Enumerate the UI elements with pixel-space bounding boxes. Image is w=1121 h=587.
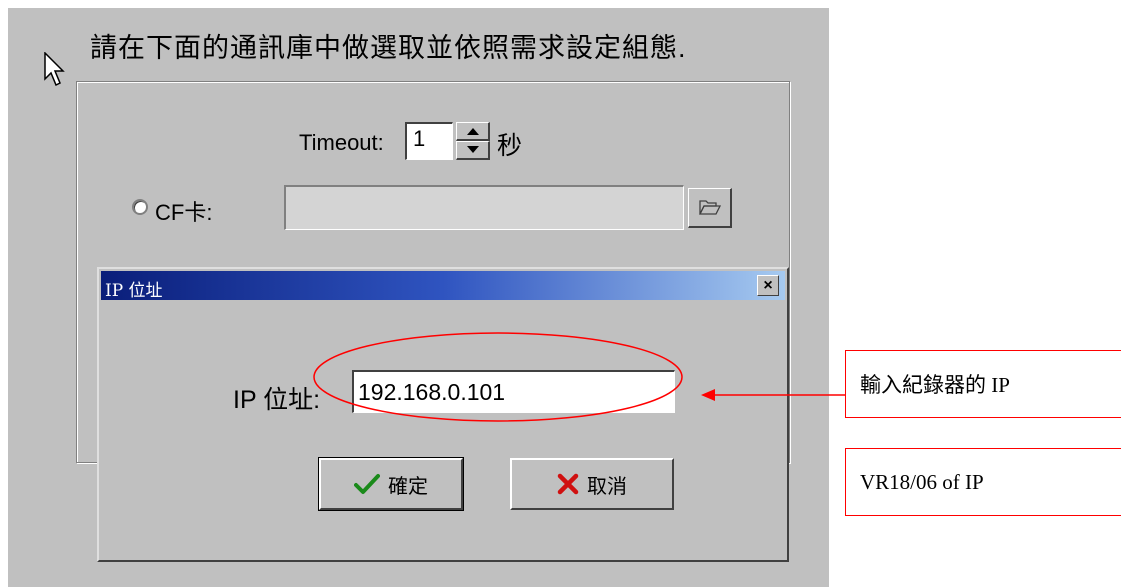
dialog-title: IP 位址	[105, 281, 163, 301]
timeout-unit-label: 秒	[497, 132, 523, 160]
checkmark-icon	[354, 474, 380, 494]
ok-button[interactable]: 確定	[318, 457, 464, 511]
spin-down-button[interactable]	[456, 141, 490, 160]
spin-up-button[interactable]	[456, 122, 490, 141]
ip-address-label: IP 位址:	[233, 386, 321, 414]
callout-ip-note: 輸入紀錄器的 IP	[845, 350, 1121, 418]
red-arrow-icon	[701, 389, 845, 401]
ok-button-label: 確定	[388, 475, 428, 498]
cf-card-label: CF卡:	[155, 200, 213, 225]
close-button[interactable]: ×	[757, 275, 779, 296]
timeout-input[interactable]: 1	[405, 122, 453, 160]
callout-vr-note: VR18/06 of IP	[845, 448, 1121, 516]
dialog-title-bar[interactable]: IP 位址 ×	[101, 271, 785, 301]
highlight-ellipse	[313, 332, 683, 422]
timeout-label: Timeout:	[299, 130, 384, 155]
cancel-button[interactable]: 取消	[510, 458, 674, 510]
cf-card-radio[interactable]	[132, 199, 148, 215]
instruction-text: 請在下面的通訊庫中做選取並依照需求設定組態.	[90, 33, 687, 63]
mouse-pointer-icon	[44, 52, 65, 87]
cf-card-path-field	[284, 185, 684, 230]
callout-ip-text: 輸入紀錄器的 IP	[860, 373, 1010, 397]
arrow-up-icon	[467, 128, 479, 135]
arrow-down-icon	[467, 146, 479, 153]
cancel-button-label: 取消	[587, 475, 627, 498]
folder-open-icon	[699, 200, 721, 215]
timeout-spinner[interactable]	[456, 122, 490, 160]
callout-vr-text: VR18/06 of IP	[860, 469, 984, 494]
x-mark-icon	[557, 473, 579, 495]
cf-browse-button[interactable]	[688, 188, 732, 228]
